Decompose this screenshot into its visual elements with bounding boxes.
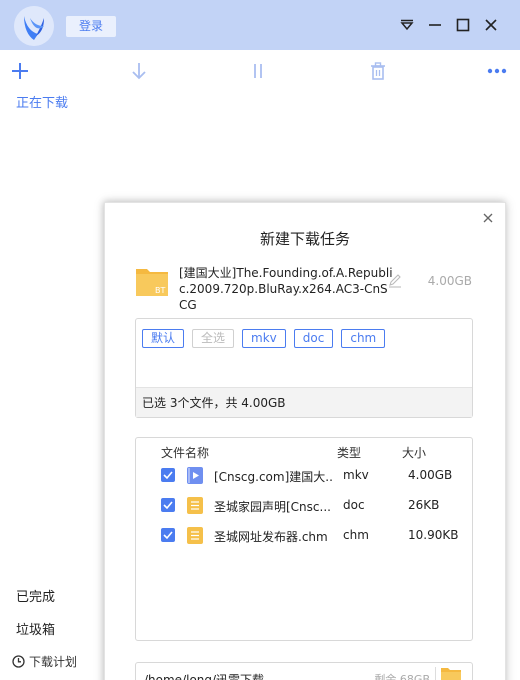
browse-folder-icon[interactable] <box>440 665 462 680</box>
edit-name-icon[interactable] <box>388 274 402 288</box>
clock-icon <box>12 655 25 668</box>
minimize-icon[interactable] <box>425 15 445 35</box>
more-icon[interactable] <box>486 60 508 82</box>
file-size-cell: 26KB <box>408 498 440 512</box>
column-header-name: 文件名称 <box>161 446 210 460</box>
column-header-size: 大小 <box>402 446 427 460</box>
sidebar-item-completed[interactable]: 已完成 <box>16 586 55 605</box>
filter-mkv-button[interactable]: mkv <box>242 329 286 348</box>
new-download-dialog: 新建下载任务 BT [建国大业]The.Founding.of.A.Republ… <box>104 202 506 680</box>
app-logo <box>14 6 54 46</box>
delete-icon[interactable] <box>367 60 389 82</box>
dialog-title: 新建下载任务 <box>259 230 350 248</box>
file-checkbox[interactable] <box>161 498 175 512</box>
filter-select-all-button[interactable]: 全选 <box>192 329 235 348</box>
path-divider <box>435 667 436 680</box>
file-size-cell: 10.90KB <box>408 528 459 542</box>
download-schedule-label: 下载计划 <box>29 655 78 669</box>
file-name-cell: [Cnscg.com]建国大... <box>214 470 334 484</box>
filter-chm-button[interactable]: chm <box>341 329 386 348</box>
file-checkbox[interactable] <box>161 528 175 542</box>
sidebar-item-trash[interactable]: 垃圾箱 <box>16 619 55 638</box>
maximize-icon[interactable] <box>453 15 473 35</box>
bt-badge: BT <box>155 286 165 295</box>
dialog-close-icon[interactable] <box>481 211 495 225</box>
selection-summary: 已选 3个文件，共 4.00GB <box>136 387 472 417</box>
bt-folder-icon: BT <box>135 264 169 298</box>
start-download-icon[interactable] <box>128 60 150 82</box>
save-path-field[interactable]: /home/long/迅雷下载 剩余 68GB <box>135 662 473 680</box>
login-button[interactable]: 登录 <box>66 16 116 37</box>
column-header-type: 类型 <box>337 446 362 460</box>
document-file-icon <box>187 497 203 514</box>
file-type-cell: doc <box>343 498 365 512</box>
table-row[interactable]: 圣城网址发布器.chm chm 10.90KB <box>136 522 472 550</box>
torrent-file-name: [建国大业]The.Founding.of.A.Republic.2009.72… <box>179 266 393 312</box>
file-type-cell: mkv <box>343 468 369 482</box>
file-size-cell: 4.00GB <box>408 468 453 482</box>
file-list-table: 文件名称 类型 大小 [Cnscg.com]建国大... mkv 4.00GB … <box>135 437 473 641</box>
file-filter-panel: 默认 全选 mkv doc chm 已选 3个文件，共 4.00GB <box>135 318 473 418</box>
torrent-total-size: 4.00GB <box>427 274 472 288</box>
table-row[interactable]: 圣城家园声明[Cnsc... doc 26KB <box>136 492 472 520</box>
video-file-icon <box>187 467 203 484</box>
add-task-icon[interactable] <box>9 60 31 82</box>
free-space-label: 剩余 68GB <box>374 673 430 680</box>
sidebar-item-downloading[interactable]: 正在下载 <box>16 92 68 111</box>
file-type-cell: chm <box>343 528 369 542</box>
file-name-cell: 圣城网址发布器.chm <box>214 530 328 544</box>
filter-doc-button[interactable]: doc <box>293 329 334 348</box>
download-schedule-button[interactable]: 下载计划 <box>12 653 77 670</box>
title-bar: 登录 <box>0 0 520 50</box>
document-file-icon <box>187 527 203 544</box>
pause-icon[interactable] <box>247 60 269 82</box>
menu-dropdown-icon[interactable] <box>397 15 417 35</box>
filter-default-button[interactable]: 默认 <box>142 329 185 348</box>
save-path-input[interactable]: /home/long/迅雷下载 <box>144 671 264 680</box>
file-name-cell: 圣城家园声明[Cnsc... <box>214 500 331 514</box>
close-icon[interactable] <box>481 15 501 35</box>
file-checkbox[interactable] <box>161 468 175 482</box>
table-row[interactable]: [Cnscg.com]建国大... mkv 4.00GB <box>136 462 472 490</box>
